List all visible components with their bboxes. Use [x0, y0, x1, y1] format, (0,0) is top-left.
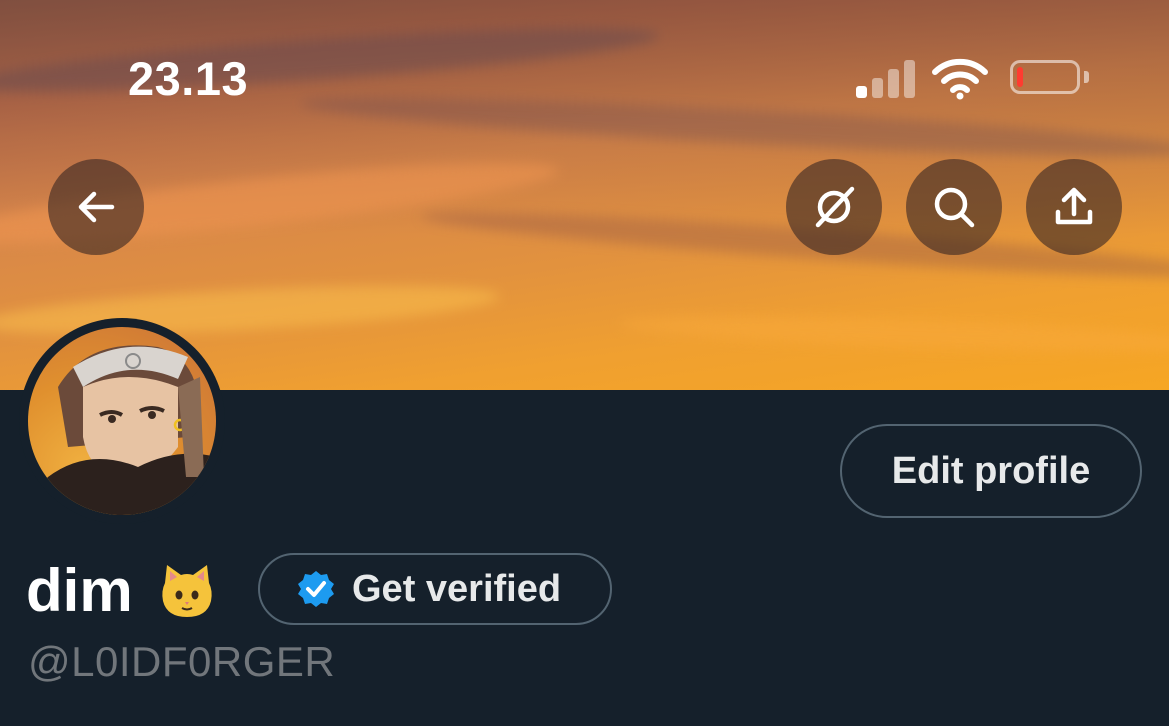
get-verified-button[interactable]: Get verified: [258, 553, 612, 625]
share-upload-icon: [1055, 187, 1093, 225]
wifi-icon: [932, 58, 988, 100]
back-button[interactable]: [48, 159, 144, 255]
avatar-image: [28, 327, 216, 515]
verified-badge-icon: [298, 571, 334, 607]
edit-profile-label: Edit profile: [891, 449, 1091, 492]
grok-button[interactable]: [786, 159, 882, 255]
cellular-signal-icon: [856, 60, 916, 98]
status-time: 23.13: [128, 52, 249, 105]
display-name: dim: [26, 557, 133, 624]
user-handle: @L0IDF0RGER: [28, 638, 336, 685]
avatar[interactable]: [19, 318, 225, 524]
battery-level-fill: [1017, 67, 1023, 87]
edit-profile-button[interactable]: Edit profile: [840, 424, 1142, 518]
battery-tip: [1084, 71, 1089, 83]
search-icon: [934, 187, 975, 228]
share-button[interactable]: [1026, 159, 1122, 255]
get-verified-label: Get verified: [352, 567, 562, 610]
search-button[interactable]: [906, 159, 1002, 255]
battery-low-icon: [1010, 60, 1080, 94]
display-name-row: dim: [26, 556, 217, 626]
grok-icon: [815, 186, 855, 228]
cat-face-icon: [162, 565, 212, 617]
arrow-left-icon: [78, 191, 115, 223]
